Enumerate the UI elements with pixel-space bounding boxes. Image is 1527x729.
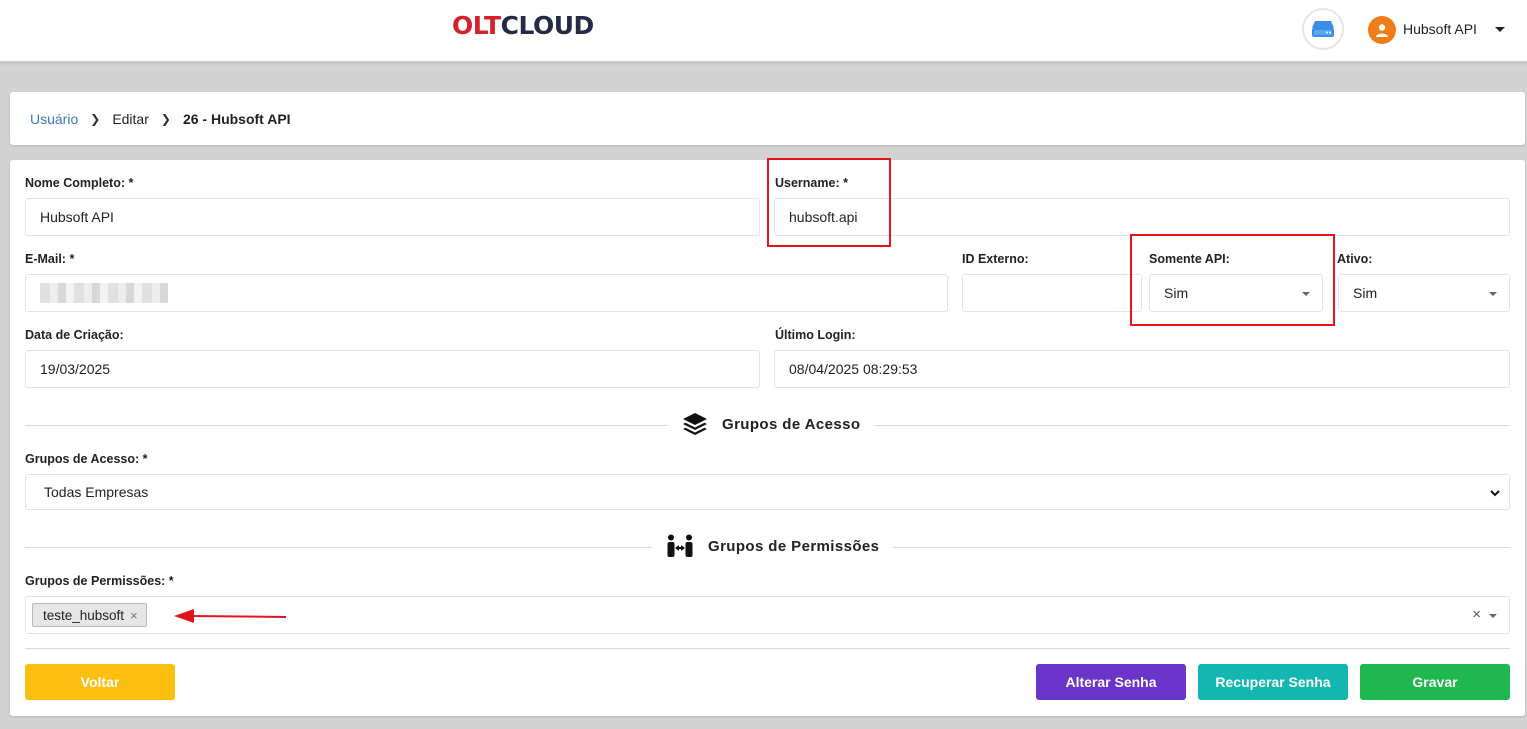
annotation-arrow-icon: [174, 609, 287, 623]
form-footer-divider: [25, 648, 1510, 649]
email-redacted-value: [40, 283, 168, 303]
grupos-acesso-select[interactable]: Todas Empresas: [25, 474, 1510, 510]
breadcrumb-usuario-link[interactable]: Usuário: [30, 110, 78, 128]
logo-olt: OLT: [452, 11, 501, 40]
ultimo-login-input[interactable]: [789, 361, 1495, 377]
server-icon: [1312, 21, 1334, 37]
permission-tag-label: teste_hubsoft: [43, 607, 125, 623]
remove-tag-icon[interactable]: ×: [130, 608, 138, 623]
data-criacao-field[interactable]: [25, 350, 760, 388]
id-externo-input[interactable]: [977, 285, 1127, 301]
breadcrumb-card: Usuário ❯ Editar ❯ 26 - Hubsoft API: [10, 92, 1525, 145]
grupos-permissoes-title: Grupos de Permissões: [708, 537, 880, 555]
recuperar-senha-button[interactable]: Recuperar Senha: [1198, 664, 1348, 700]
chevron-down-icon: [1490, 490, 1500, 497]
people-arrows-icon: [667, 534, 693, 557]
email-field[interactable]: [25, 274, 948, 312]
grupos-acesso-heading: Grupos de Acesso: [668, 409, 875, 439]
ativo-select[interactable]: Sim: [1338, 274, 1510, 312]
nome-completo-label: Nome Completo: *: [25, 176, 134, 190]
username-input[interactable]: [789, 209, 1495, 225]
grupos-acesso-label: Grupos de Acesso: *: [25, 452, 148, 466]
id-externo-field[interactable]: [962, 274, 1142, 312]
data-criacao-input[interactable]: [40, 361, 745, 377]
breadcrumb: Usuário ❯ Editar ❯ 26 - Hubsoft API: [30, 110, 291, 128]
chevron-right-icon: ❯: [90, 112, 101, 126]
breadcrumb-current: 26 - Hubsoft API: [182, 111, 291, 127]
user-name[interactable]: Hubsoft API: [1403, 20, 1477, 38]
ativo-label: Ativo:: [1337, 252, 1373, 266]
ativo-value: Sim: [1353, 285, 1378, 301]
breadcrumb-editar: Editar: [112, 111, 149, 127]
data-criacao-label: Data de Criação:: [25, 328, 124, 342]
id-externo-label: ID Externo:: [962, 252, 1029, 266]
email-label: E-Mail: *: [25, 252, 75, 266]
user-avatar-icon[interactable]: [1368, 16, 1396, 44]
voltar-button[interactable]: Voltar: [25, 664, 175, 700]
logo-cloud: CLOUD: [500, 11, 595, 40]
nome-completo-input[interactable]: [40, 209, 745, 225]
alterar-senha-button[interactable]: Alterar Senha: [1036, 664, 1186, 700]
annotation-highlight-somente-api: [1130, 234, 1335, 326]
ultimo-login-label: Último Login:: [775, 328, 856, 342]
gravar-button[interactable]: Gravar: [1360, 664, 1510, 700]
clear-all-icon[interactable]: ×: [1472, 606, 1481, 623]
grupos-acesso-value: Todas Empresas: [44, 484, 149, 500]
caret-down-icon[interactable]: [1489, 614, 1497, 618]
grupos-acesso-title: Grupos de Acesso: [722, 415, 861, 433]
grupos-permissoes-heading: Grupos de Permissões: [652, 531, 894, 561]
chevron-right-icon: ❯: [160, 112, 171, 126]
layers-icon: [683, 413, 707, 435]
oltcloud-logo[interactable]: OLTCLOUD: [452, 11, 594, 41]
annotation-highlight-username: [767, 158, 891, 247]
grupos-permissoes-label: Grupos de Permissões: *: [25, 574, 174, 588]
ultimo-login-field[interactable]: [774, 350, 1510, 388]
caret-down-icon: [1489, 292, 1497, 296]
nome-completo-field[interactable]: [25, 198, 760, 236]
permission-tag[interactable]: teste_hubsoft ×: [32, 603, 147, 627]
server-icon-button[interactable]: [1302, 8, 1344, 50]
top-navbar: OLTCLOUD Hubsoft API: [0, 0, 1527, 62]
user-menu-caret-icon[interactable]: [1495, 27, 1505, 32]
